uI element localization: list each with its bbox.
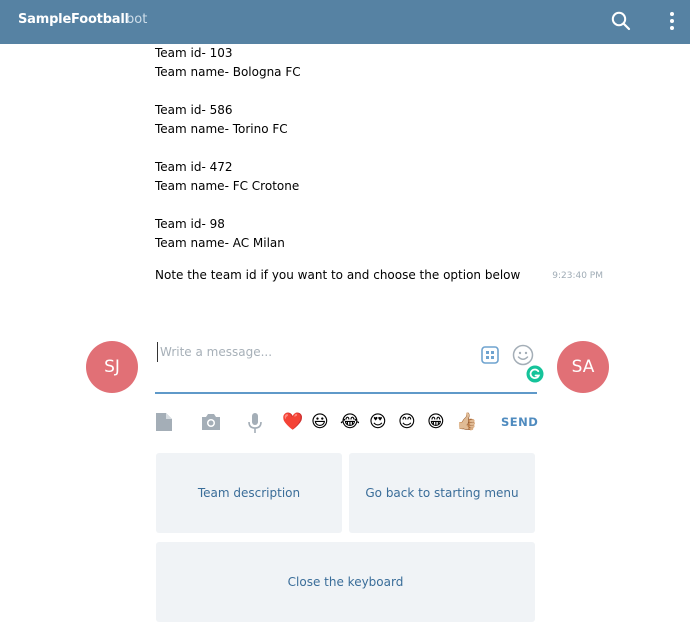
send-button[interactable]: SEND xyxy=(501,415,538,429)
team-name: Team name- Torino FC xyxy=(155,122,288,136)
team-id: Team id- 103 xyxy=(155,46,233,60)
emoji-smiley[interactable]: 😃 xyxy=(311,411,329,433)
emoji-joy[interactable]: 😂 xyxy=(340,411,360,433)
note-text: Note the team id if you want to and choo… xyxy=(155,268,521,282)
kebab-menu-icon[interactable] xyxy=(662,10,678,32)
attach-file-icon[interactable] xyxy=(155,412,173,432)
emoji-heart[interactable]: ❤️ xyxy=(282,411,303,433)
emoji-heart-eyes[interactable]: 😍 xyxy=(369,411,387,433)
search-icon[interactable] xyxy=(610,10,632,32)
app-header: SampleFootball bot xyxy=(0,0,690,44)
emoji-blush[interactable]: 😊 xyxy=(398,411,416,433)
grammarly-icon[interactable] xyxy=(526,365,544,383)
team-description-button[interactable]: Team description xyxy=(156,453,342,533)
message-composer xyxy=(155,338,544,394)
avatar-left[interactable]: SJ xyxy=(86,341,138,393)
emoji-picker-icon[interactable] xyxy=(512,344,534,366)
team-entry: Team id- 98 Team name- AC Milan xyxy=(155,215,615,253)
bot-commands-icon[interactable] xyxy=(481,346,499,364)
chat-title[interactable]: SampleFootball xyxy=(18,12,129,27)
message-timestamp: 9:23:40 PM xyxy=(552,271,603,281)
close-keyboard-button[interactable]: Close the keyboard xyxy=(156,542,535,622)
team-entry: Team id- 103 Team name- Bologna FC xyxy=(155,44,615,82)
keyboard-button-label: Go back to starting menu xyxy=(365,486,519,500)
keyboard-button-label: Team description xyxy=(197,486,301,500)
camera-icon[interactable] xyxy=(200,412,222,432)
keyboard-button-label: Close the keyboard xyxy=(287,575,404,589)
chat-subtitle: bot xyxy=(126,12,148,27)
team-id: Team id- 98 xyxy=(155,217,225,231)
message-history: Team id- 103 Team name- Bologna FC Team … xyxy=(155,44,615,272)
team-name: Team name- AC Milan xyxy=(155,236,285,250)
emoji-thumbs-up[interactable]: 👍🏼 xyxy=(456,411,477,433)
team-id: Team id- 472 xyxy=(155,160,233,174)
avatar-right[interactable]: SA xyxy=(557,341,609,393)
team-entry: Team id- 472 Team name- FC Crotone xyxy=(155,158,615,196)
composer-toolbar: ❤️ 😃 😂 😍 😊 😁 👍🏼 SEND xyxy=(155,410,545,436)
team-id: Team id- 586 xyxy=(155,103,233,117)
team-entry: Team id- 586 Team name- Torino FC xyxy=(155,101,615,139)
microphone-icon[interactable] xyxy=(247,412,263,434)
note-message: Note the team id if you want to and choo… xyxy=(155,266,605,285)
team-name: Team name- Bologna FC xyxy=(155,65,301,79)
team-name: Team name- FC Crotone xyxy=(155,179,300,193)
back-to-start-menu-button[interactable]: Go back to starting menu xyxy=(349,453,535,533)
emoji-grin[interactable]: 😁 xyxy=(427,411,445,433)
message-input[interactable] xyxy=(157,342,457,362)
